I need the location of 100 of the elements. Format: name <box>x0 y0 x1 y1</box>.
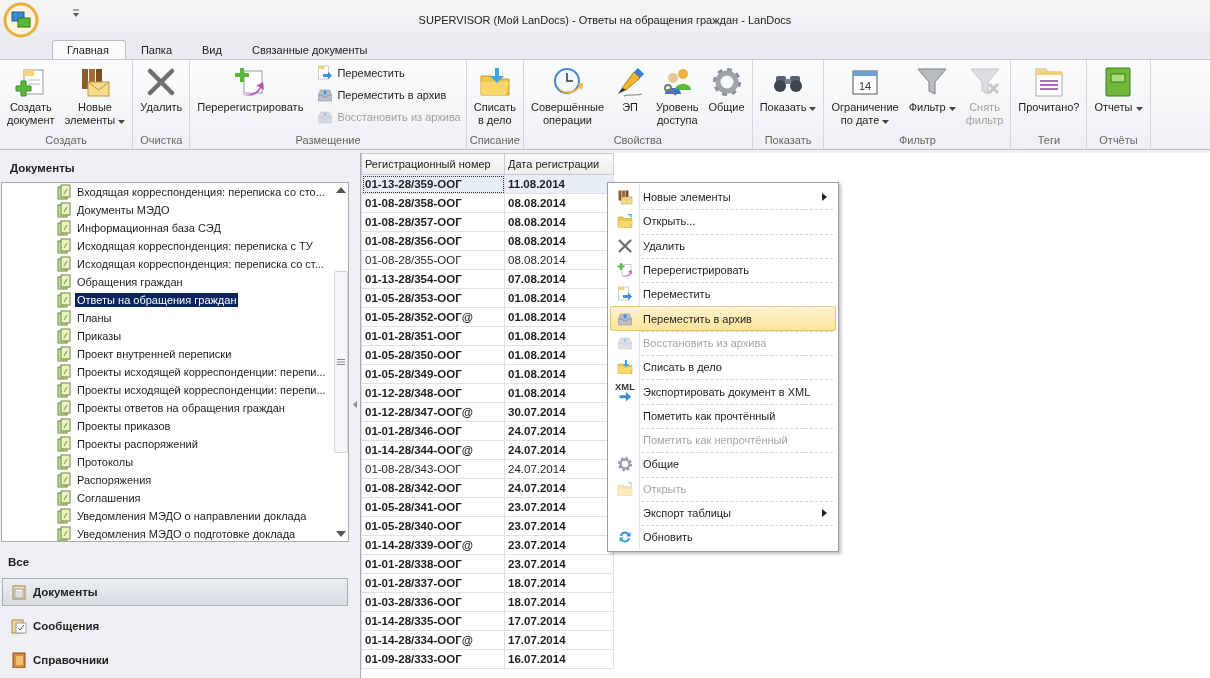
ribbon-button[interactable]: Новые элементы <box>60 64 130 129</box>
table-cell: 01-14-28/335-ООГ <box>361 611 505 631</box>
group-label: Списание <box>469 134 520 146</box>
column-header[interactable]: Регистрационный номер <box>361 153 505 175</box>
table-cell: 01-01-28/346-ООГ <box>361 421 505 441</box>
ribbon-button[interactable]: Отчеты <box>1090 64 1147 116</box>
tree-item[interactable]: Планы <box>75 311 114 325</box>
tree-item[interactable]: Исходящая корреспонденция: переписка с ТУ <box>75 239 315 253</box>
dropdown-caret-icon <box>882 120 890 124</box>
tree-item[interactable]: Информационная база СЭД <box>75 221 223 235</box>
tree-document-icon <box>56 454 72 470</box>
ribbon-button[interactable]: Списать в дело <box>469 64 520 129</box>
delete-icon <box>617 237 633 254</box>
checklist-icon <box>11 618 27 634</box>
tree-document-icon <box>56 472 72 488</box>
tree-item[interactable]: Приказы <box>75 329 124 343</box>
tray-icon <box>317 87 334 103</box>
tree-item[interactable]: Проекты распоряжений <box>75 437 200 451</box>
tree-item[interactable]: Проекты ответов на обращения граждан <box>75 401 287 415</box>
nav-item[interactable]: Справочники <box>2 646 348 674</box>
table-cell: 01-05-28/349-ООГ <box>361 364 505 384</box>
table-cell: 01-14-28/344-ООГ@ <box>361 440 505 460</box>
table-cell: 16.07.2014 <box>504 649 614 669</box>
ribbon-button[interactable]: Совершённые операции <box>526 64 609 129</box>
tree-document-icon <box>56 202 72 218</box>
ribbon-tab[interactable]: Главная <box>52 40 126 59</box>
tree-item[interactable]: Проекты приказов <box>75 419 173 433</box>
folder-arrow-icon <box>478 66 511 98</box>
document-arrow-plus-icon <box>617 262 633 279</box>
tree-item[interactable]: Обращения граждан <box>75 275 185 289</box>
app-logo[interactable] <box>3 2 39 38</box>
grip-icon <box>337 359 345 365</box>
ribbon-tab[interactable]: Связанные документы <box>236 40 383 59</box>
dropdown-caret-icon <box>118 120 126 124</box>
table-cell: 01-08-28/356-ООГ <box>361 231 505 251</box>
document-arrow-icon <box>617 286 633 303</box>
collapse-arrow-icon[interactable] <box>353 400 357 408</box>
ribbon-button[interactable]: ЭП <box>610 64 651 116</box>
tree-document-icon <box>56 328 72 344</box>
scroll-down-icon[interactable] <box>336 531 346 537</box>
ribbon-button[interactable]: Переместить в архив <box>315 86 463 104</box>
ribbon-button[interactable]: Создать документ <box>3 64 59 129</box>
table-cell: 01-12-28/347-ООГ@ <box>361 402 505 422</box>
tree-item[interactable]: Уведомления МЭДО о направлении доклада <box>75 509 309 523</box>
tree-item[interactable]: Документы МЭДО <box>75 203 172 217</box>
tree-document-icon <box>56 238 72 254</box>
books-envelope-icon <box>79 66 111 98</box>
ribbon-button[interactable]: Уровень доступа <box>652 64 703 129</box>
ribbon-tab[interactable]: Вид <box>187 40 237 59</box>
tree-item[interactable]: Проекты исходящей корреспонденции: перепи... <box>75 383 328 397</box>
dropdown-caret-icon <box>809 107 817 111</box>
ribbon-button[interactable]: Показать <box>755 64 821 116</box>
tree-item[interactable]: Ответы на обращения граждан <box>75 293 239 307</box>
tree-document-icon <box>56 364 72 380</box>
column-header[interactable]: Дата регистрации <box>504 153 614 175</box>
dropdown-caret-icon <box>948 107 956 111</box>
scroll-up-icon[interactable] <box>336 187 346 193</box>
tree-document-icon <box>56 274 72 290</box>
table-cell: 01-05-28/353-ООГ <box>361 288 505 308</box>
ribbon-button[interactable]: Общие <box>704 64 749 116</box>
submenu-arrow-icon <box>822 509 827 517</box>
tray-icon <box>317 109 334 125</box>
table-cell: 01-01-28/351-ООГ <box>361 326 505 346</box>
tree-item[interactable]: Входящая корреспонденция: переписка со сто... <box>75 185 327 199</box>
ribbon-button[interactable]: 14 Ограничение по дате <box>827 64 903 129</box>
tree-item[interactable]: Проект внутренней переписки <box>75 347 234 361</box>
section-title: Все <box>8 556 30 568</box>
panel-title: Документы <box>10 162 75 174</box>
table-cell: 01-05-28/341-ООГ <box>361 497 505 517</box>
tree-item[interactable]: Распоряжения <box>75 473 154 487</box>
tree-document-icon <box>56 256 72 272</box>
tree-item[interactable]: Протоколы <box>75 455 136 469</box>
group-label: Отчёты <box>1099 134 1138 146</box>
ribbon-tab[interactable]: Папка <box>125 40 188 59</box>
tree-item[interactable]: Проекты исходящей корреспонденции: перепи... <box>75 365 328 379</box>
menu-item[interactable]: Переместить в архив <box>610 306 836 331</box>
funnel-cross-icon <box>968 66 1001 98</box>
table-cell: 01-14-28/339-ООГ@ <box>361 535 505 555</box>
table-cell: 17.07.2014 <box>504 611 614 631</box>
ribbon-button[interactable]: Удалить <box>136 64 187 116</box>
group-label: Очистка <box>140 134 183 146</box>
quick-access-caret-icon[interactable] <box>71 8 81 18</box>
group-label: Фильтр <box>898 134 936 146</box>
folder-icon <box>617 480 633 497</box>
ribbon-button[interactable]: Переместить <box>315 64 463 82</box>
settings-icon <box>710 66 743 98</box>
table-cell: 01-01-28/337-ООГ <box>361 573 505 593</box>
table-cell: 01-09-28/333-ООГ <box>361 649 505 669</box>
nav-item[interactable]: Документы <box>2 578 348 606</box>
tree-item[interactable]: Исходящая корреспонденция: переписка со ст... <box>75 257 326 271</box>
ribbon-button[interactable]: Прочитано? <box>1014 64 1084 116</box>
tree-document-icon <box>56 382 72 398</box>
ribbon-button[interactable]: Перерегистрировать <box>193 64 308 116</box>
tree-document-icon <box>56 526 72 541</box>
ribbon-button[interactable]: Фильтр <box>904 64 960 116</box>
tree-item[interactable]: Соглашения <box>75 491 143 505</box>
nav-item[interactable]: Сообщения <box>2 612 348 640</box>
group-label: Размещение <box>295 134 361 146</box>
scroll-thumb[interactable] <box>334 271 348 453</box>
tree-item[interactable]: Уведомления МЭДО о подготовке доклада <box>75 527 298 541</box>
